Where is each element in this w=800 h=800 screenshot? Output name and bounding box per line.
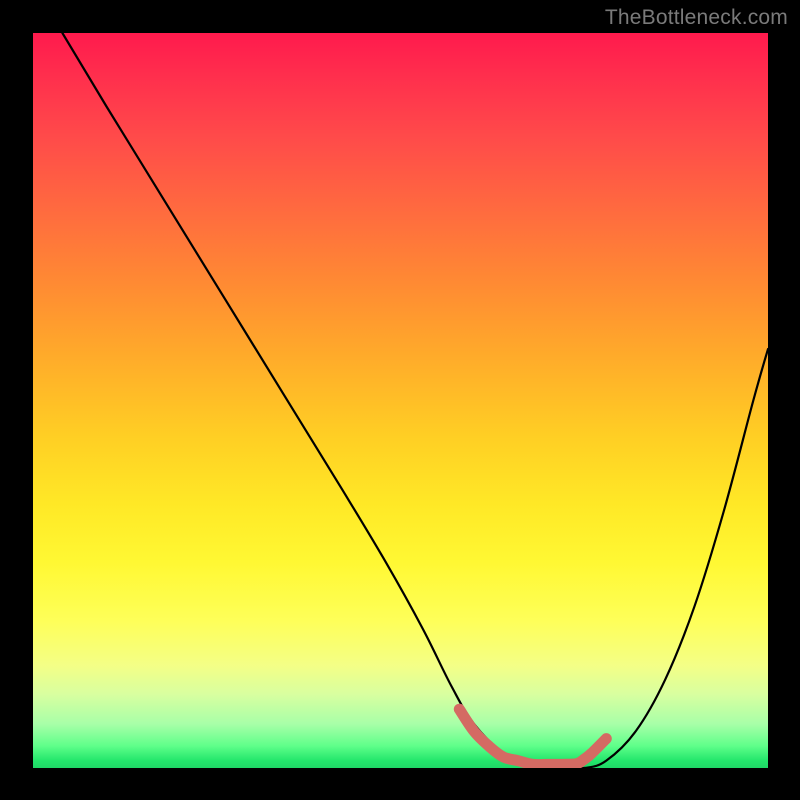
bottleneck-curve-path (62, 33, 768, 768)
chart-svg (33, 33, 768, 768)
chart-frame: TheBottleneck.com (0, 0, 800, 800)
watermark-text: TheBottleneck.com (605, 6, 788, 30)
plot-area (33, 33, 768, 768)
optimal-range-path (459, 709, 606, 764)
